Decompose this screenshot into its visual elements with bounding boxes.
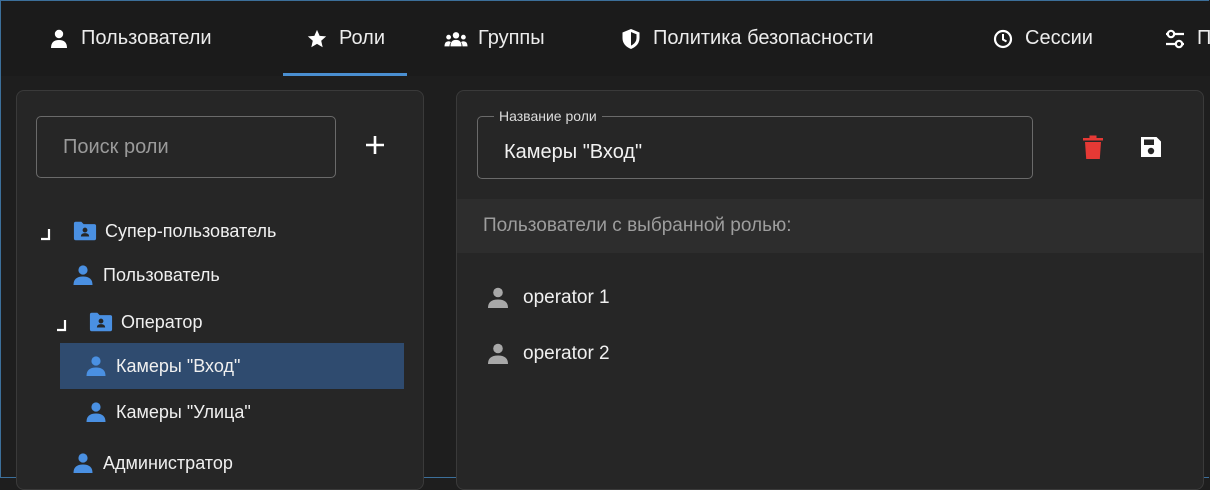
tab-label: Пользователи <box>81 27 212 49</box>
tree-item-administrator[interactable]: Администратор <box>71 447 233 479</box>
tab-label: П <box>1197 27 1210 49</box>
tab-more[interactable]: П <box>1163 1 1210 76</box>
folder-user-icon <box>73 219 97 243</box>
add-role-button[interactable] <box>360 132 390 162</box>
collapse-icon[interactable] <box>41 225 51 241</box>
tree-item-cameras-entrance[interactable]: Камеры "Вход" <box>60 343 404 389</box>
tree-item-label: Супер-пользователь <box>105 220 277 241</box>
role-name-label: Название роли <box>494 108 602 124</box>
tree-item-user[interactable]: Пользователь <box>71 259 220 291</box>
role-name-field: Название роли <box>477 108 1033 179</box>
floppy-disk-icon <box>1139 135 1163 164</box>
shield-icon <box>619 27 643 51</box>
tab-label: Политика безопасности <box>653 27 874 49</box>
role-search <box>36 116 336 178</box>
tree-item-label: Камеры "Улица" <box>116 401 251 422</box>
tree-item-super-user[interactable]: Супер-пользователь <box>41 215 276 247</box>
tab-label: Группы <box>478 27 545 49</box>
tab-label: Сессии <box>1025 27 1093 49</box>
tree-item-label: Администратор <box>103 452 233 473</box>
person-icon <box>485 285 511 311</box>
role-search-input[interactable] <box>37 117 335 177</box>
tree-item-label: Камеры "Вход" <box>116 355 241 376</box>
tab-sessions[interactable]: Сессии <box>991 1 1093 76</box>
group-icon <box>444 27 468 51</box>
tab-roles[interactable]: Роли <box>283 1 407 76</box>
top-nav: Пользователи Роли Группы Политика безопа… <box>1 1 1210 76</box>
collapse-icon[interactable] <box>57 316 67 332</box>
folder-user-icon <box>89 310 113 334</box>
tree-item-cameras-street[interactable]: Камеры "Улица" <box>84 396 251 428</box>
person-icon <box>71 263 95 287</box>
role-details-panel: Название роли Пользователи с выбранной р… <box>456 90 1204 490</box>
person-icon <box>84 400 108 424</box>
settings-sliders-icon <box>1163 27 1187 51</box>
tab-security-policy[interactable]: Политика безопасности <box>619 1 874 76</box>
roles-panel: Супер-пользователь Пользователь Оператор… <box>16 90 424 490</box>
users-with-role-header: Пользователи с выбранной ролью: <box>457 199 1203 253</box>
person-icon <box>485 341 511 367</box>
tree-item-label: Пользователь <box>103 264 220 285</box>
tab-label: Роли <box>339 27 385 49</box>
user-name: operator 1 <box>523 287 610 308</box>
star-icon <box>305 27 329 51</box>
save-role-button[interactable] <box>1137 134 1165 164</box>
tree-item-label: Оператор <box>121 311 203 332</box>
user-name: operator 2 <box>523 343 610 364</box>
clock-icon <box>991 27 1015 51</box>
person-icon <box>71 451 95 475</box>
tab-users[interactable]: Пользователи <box>47 1 212 76</box>
person-icon <box>84 354 108 378</box>
role-name-input[interactable] <box>478 127 1032 177</box>
tab-groups[interactable]: Группы <box>444 1 545 76</box>
person-icon <box>47 27 71 51</box>
trash-icon <box>1082 134 1104 165</box>
tree-item-operator[interactable]: Оператор <box>57 306 202 338</box>
delete-role-button[interactable] <box>1079 134 1107 164</box>
plus-icon <box>364 134 386 161</box>
list-item-user[interactable]: operator 1 <box>485 282 610 314</box>
list-item-user[interactable]: operator 2 <box>485 338 610 370</box>
